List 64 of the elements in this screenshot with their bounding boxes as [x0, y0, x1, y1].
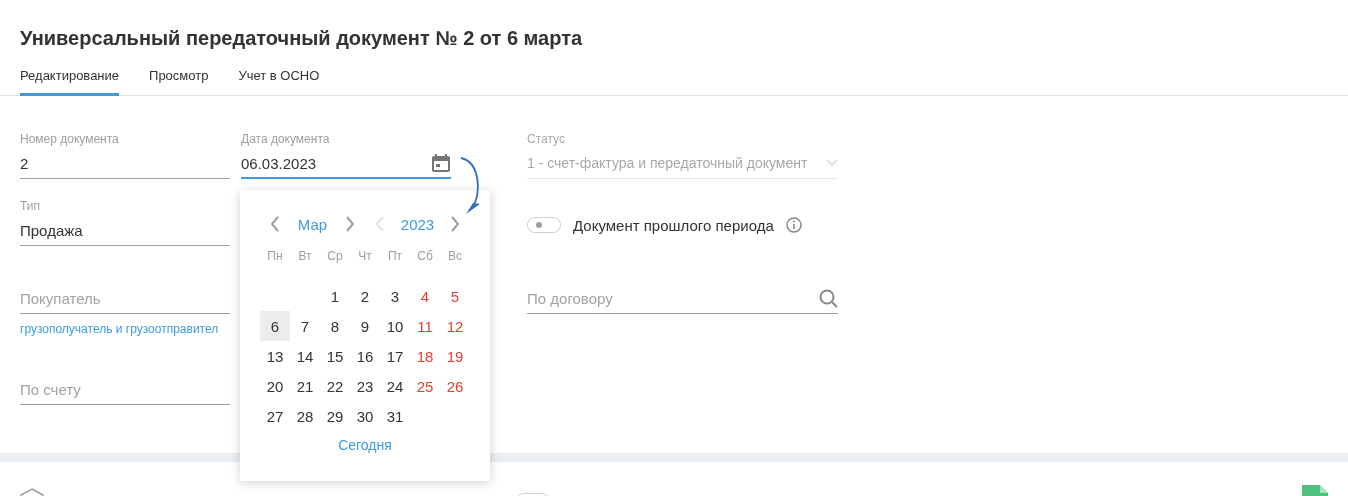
calendar-day[interactable]: 8 [320, 311, 350, 341]
pointer-arrow [460, 157, 480, 214]
toggle-label: Документ прошлого периода [573, 216, 774, 234]
chevron-left-icon[interactable] [270, 216, 280, 232]
chevron-right-icon[interactable] [345, 216, 355, 232]
calendar-day[interactable]: 19 [440, 341, 470, 371]
field-placeholder: По счету [20, 380, 81, 398]
page-title: Универсальный передаточный документ № 2 от 6 марта [19, 26, 584, 50]
calendar-day[interactable]: 10 [380, 311, 410, 341]
calendar-day[interactable]: 5 [440, 281, 470, 311]
field-placeholder: Покупатель [20, 289, 101, 307]
toggle-switch[interactable] [527, 217, 561, 233]
field-label: Дата документа [241, 131, 331, 147]
input-field[interactable]: Номер документа 2 [20, 131, 230, 179]
calendar-day[interactable]: 16 [350, 341, 380, 371]
calendar-day[interactable]: 23 [350, 371, 380, 401]
tab[interactable]: Редактирование [20, 64, 120, 96]
calendar-day[interactable]: 22 [320, 371, 350, 401]
calendar-day[interactable]: 21 [290, 371, 320, 401]
info-icon[interactable] [785, 217, 802, 233]
calendar-day[interactable]: 27 [260, 401, 290, 431]
field-value: 06.03.2023 [241, 154, 317, 172]
weekday-label: Ср [326, 248, 344, 264]
field-value: 2 [20, 154, 29, 172]
calendar-day[interactable]: 31 [380, 401, 410, 431]
calendar-day[interactable]: 4 [410, 281, 440, 311]
input-field[interactable]: Дата документа 06.03.2023 [241, 131, 451, 179]
calendar-day[interactable]: 1 [320, 281, 350, 311]
calendar-day[interactable]: 3 [380, 281, 410, 311]
field-label: Статус [527, 131, 566, 147]
calendar-day[interactable]: 26 [440, 371, 470, 401]
calendar-day[interactable]: 25 [410, 371, 440, 401]
calendar-day[interactable]: 18 [410, 341, 440, 371]
calendar-day[interactable]: 2 [350, 281, 380, 311]
calendar-day[interactable]: 24 [380, 371, 410, 401]
tab[interactable]: Учет в ОСНО [238, 64, 320, 96]
calendar-day[interactable]: 13 [260, 341, 290, 371]
calendar-day[interactable]: 6 [260, 311, 290, 341]
calendar-day[interactable]: 7 [290, 311, 320, 341]
field-label: Тип [20, 198, 41, 214]
calendar-day[interactable]: 12 [440, 311, 470, 341]
calendar-day[interactable]: 28 [290, 401, 320, 431]
calendar-day[interactable]: 14 [290, 341, 320, 371]
input-field[interactable]: Тип Продажа [20, 198, 230, 246]
calendar-day[interactable]: 20 [260, 371, 290, 401]
calendar-icon[interactable] [431, 153, 451, 173]
calendar-day[interactable]: 9 [350, 311, 380, 341]
chevron-right-icon[interactable] [450, 216, 460, 232]
weekday-label: Вт [297, 248, 313, 264]
calendar-day[interactable]: 17 [380, 341, 410, 371]
calendar-day[interactable]: 15 [320, 341, 350, 371]
calendar-day[interactable]: 30 [350, 401, 380, 431]
calendar-day[interactable]: 11 [410, 311, 440, 341]
calendar-day[interactable]: 29 [320, 401, 350, 431]
weekday-label: Чт [357, 248, 373, 264]
tab[interactable]: Просмотр [149, 64, 209, 96]
weekday-label: Пт [386, 248, 404, 264]
weekday-label: Вс [447, 248, 463, 264]
search-icon[interactable] [819, 288, 838, 308]
weekday-label: Пн [266, 248, 284, 264]
field-value: Продажа [20, 221, 83, 239]
weekday-label: Сб [416, 248, 434, 264]
field-label: Номер документа [20, 131, 120, 147]
field-placeholder: По договору [527, 289, 613, 307]
